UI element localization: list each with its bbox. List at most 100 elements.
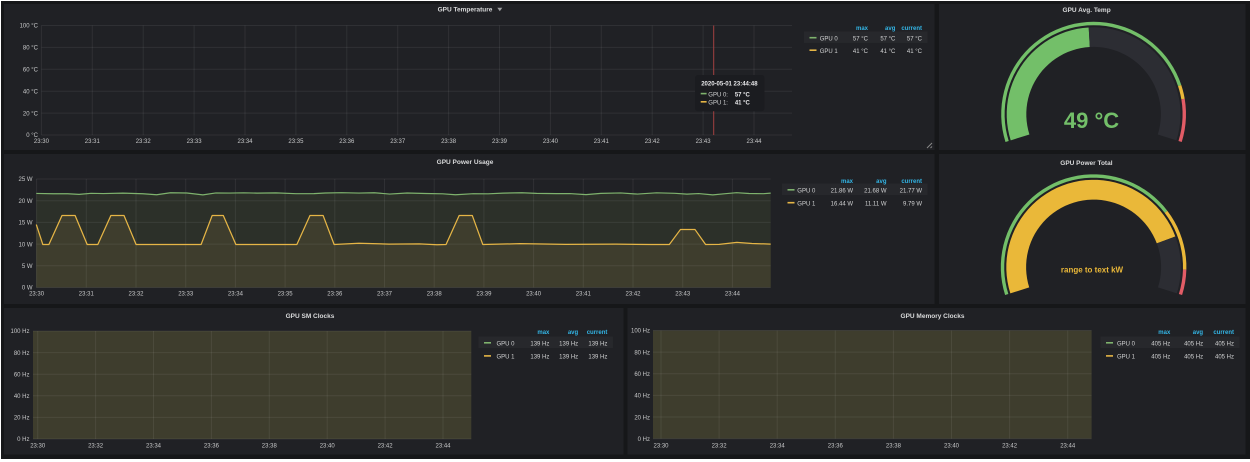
svg-text:23:34: 23:34 xyxy=(228,292,244,298)
svg-text:23:31: 23:31 xyxy=(79,292,95,298)
svg-text:23:34: 23:34 xyxy=(237,139,253,145)
svg-text:405 Hz: 405 Hz xyxy=(1215,355,1234,361)
svg-text:current: current xyxy=(587,330,608,336)
svg-text:139 Hz: 139 Hz xyxy=(559,355,578,361)
svg-text:23:36: 23:36 xyxy=(204,444,220,450)
svg-text:20 °C: 20 °C xyxy=(23,111,39,117)
svg-text:23:30: 23:30 xyxy=(653,444,669,450)
svg-text:57 °C: 57 °C xyxy=(907,37,923,43)
svg-text:23:30: 23:30 xyxy=(30,444,46,450)
svg-text:GPU Power Total: GPU Power Total xyxy=(1060,160,1112,167)
svg-text:GPU 1:: GPU 1: xyxy=(708,101,728,107)
svg-text:20 Hz: 20 Hz xyxy=(14,416,30,422)
svg-text:23:32: 23:32 xyxy=(136,139,152,145)
svg-text:23:44: 23:44 xyxy=(435,444,451,450)
svg-text:20 W: 20 W xyxy=(18,199,32,205)
svg-text:GPU 1: GPU 1 xyxy=(820,49,839,55)
svg-text:GPU Power Usage: GPU Power Usage xyxy=(437,159,494,166)
svg-text:80 Hz: 80 Hz xyxy=(634,350,650,356)
svg-text:23:44: 23:44 xyxy=(746,139,762,145)
svg-text:23:44: 23:44 xyxy=(1060,444,1076,450)
svg-text:23:38: 23:38 xyxy=(441,139,457,145)
svg-text:21.86 W: 21.86 W xyxy=(831,189,854,195)
svg-text:GPU 0: GPU 0 xyxy=(797,189,816,195)
svg-text:GPU Memory Clocks: GPU Memory Clocks xyxy=(901,313,965,320)
svg-text:23:41: 23:41 xyxy=(594,139,610,145)
svg-text:GPU 0:: GPU 0: xyxy=(708,92,728,98)
svg-text:23:40: 23:40 xyxy=(320,444,336,450)
svg-text:23:40: 23:40 xyxy=(543,139,559,145)
svg-text:current: current xyxy=(901,26,922,32)
svg-text:40 Hz: 40 Hz xyxy=(14,394,30,400)
svg-text:16.44 W: 16.44 W xyxy=(831,202,854,208)
svg-text:57 °C: 57 °C xyxy=(880,37,896,43)
svg-text:139 Hz: 139 Hz xyxy=(588,355,607,361)
svg-text:23:40: 23:40 xyxy=(526,292,542,298)
svg-text:23:36: 23:36 xyxy=(828,444,844,450)
svg-text:5 W: 5 W xyxy=(22,264,33,270)
svg-text:2020-05-01 23:44:48: 2020-05-01 23:44:48 xyxy=(701,82,758,88)
svg-text:10 W: 10 W xyxy=(18,242,32,248)
svg-text:avg: avg xyxy=(568,330,579,336)
svg-text:GPU 0: GPU 0 xyxy=(820,37,839,43)
svg-text:GPU 0: GPU 0 xyxy=(497,342,516,348)
svg-text:GPU Temperature: GPU Temperature xyxy=(438,6,493,13)
svg-text:23:40: 23:40 xyxy=(944,444,960,450)
svg-text:GPU 1: GPU 1 xyxy=(797,202,816,208)
svg-text:23:38: 23:38 xyxy=(427,292,443,298)
svg-text:23:44: 23:44 xyxy=(725,292,741,298)
svg-text:0 Hz: 0 Hz xyxy=(17,437,29,443)
svg-text:21.77 W: 21.77 W xyxy=(900,189,923,195)
svg-text:41 °C: 41 °C xyxy=(907,49,923,55)
svg-text:9.79 W: 9.79 W xyxy=(903,202,922,208)
svg-text:23:39: 23:39 xyxy=(476,292,492,298)
svg-text:max: max xyxy=(1158,330,1171,336)
svg-text:23:43: 23:43 xyxy=(675,292,691,298)
svg-text:57 °C: 57 °C xyxy=(735,92,751,98)
svg-text:23:34: 23:34 xyxy=(770,444,786,450)
svg-text:139 Hz: 139 Hz xyxy=(588,342,607,348)
svg-text:41 °C: 41 °C xyxy=(735,101,751,107)
svg-text:139 Hz: 139 Hz xyxy=(530,342,549,348)
svg-text:49 °C: 49 °C xyxy=(1064,108,1119,133)
svg-text:405 Hz: 405 Hz xyxy=(1151,355,1170,361)
svg-text:avg: avg xyxy=(1193,330,1204,336)
svg-text:23:32: 23:32 xyxy=(712,444,728,450)
svg-text:100 Hz: 100 Hz xyxy=(10,329,29,335)
svg-text:15 W: 15 W xyxy=(18,221,32,227)
svg-text:139 Hz: 139 Hz xyxy=(559,342,578,348)
svg-text:40 °C: 40 °C xyxy=(23,89,39,95)
svg-text:max: max xyxy=(537,330,550,336)
svg-text:23:31: 23:31 xyxy=(85,139,101,145)
svg-text:60 Hz: 60 Hz xyxy=(14,372,30,378)
svg-text:23:38: 23:38 xyxy=(886,444,902,450)
svg-text:23:37: 23:37 xyxy=(390,139,406,145)
svg-text:23:42: 23:42 xyxy=(645,139,661,145)
svg-text:23:33: 23:33 xyxy=(187,139,203,145)
svg-text:23:35: 23:35 xyxy=(278,292,294,298)
svg-text:23:38: 23:38 xyxy=(262,444,278,450)
svg-text:23:32: 23:32 xyxy=(128,292,144,298)
svg-text:405 Hz: 405 Hz xyxy=(1215,342,1234,348)
svg-text:57 °C: 57 °C xyxy=(853,37,869,43)
svg-text:80 °C: 80 °C xyxy=(23,46,39,52)
svg-text:23:43: 23:43 xyxy=(696,139,712,145)
svg-text:GPU 1: GPU 1 xyxy=(1117,355,1136,361)
svg-text:avg: avg xyxy=(885,26,896,32)
svg-text:GPU Avg. Temp: GPU Avg. Temp xyxy=(1063,7,1111,14)
svg-text:405 Hz: 405 Hz xyxy=(1184,342,1203,348)
svg-text:GPU SM Clocks: GPU SM Clocks xyxy=(286,313,335,320)
svg-text:41 °C: 41 °C xyxy=(880,49,896,55)
svg-text:40 Hz: 40 Hz xyxy=(634,394,650,400)
svg-text:current: current xyxy=(1213,330,1234,336)
svg-text:60 °C: 60 °C xyxy=(23,68,39,74)
svg-text:GPU 0: GPU 0 xyxy=(1117,342,1136,348)
svg-text:GPU 1: GPU 1 xyxy=(497,355,516,361)
svg-text:23:36: 23:36 xyxy=(339,139,355,145)
svg-text:23:42: 23:42 xyxy=(625,292,641,298)
svg-text:23:30: 23:30 xyxy=(34,139,50,145)
svg-text:23:42: 23:42 xyxy=(378,444,394,450)
svg-text:11.11 W: 11.11 W xyxy=(865,202,887,208)
svg-text:range to text kW: range to text kW xyxy=(1061,265,1124,274)
svg-text:23:37: 23:37 xyxy=(377,292,393,298)
